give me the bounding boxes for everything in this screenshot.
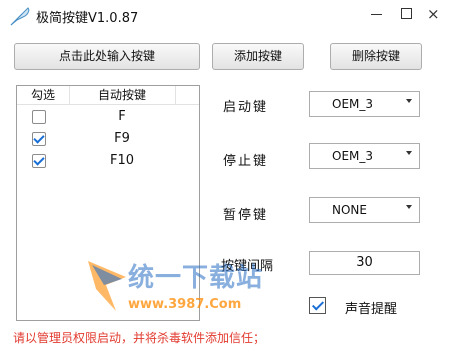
title-bar: 极简按键V1.0.87 × — [0, 0, 453, 32]
pause-key-label: 暂停键 — [223, 208, 269, 223]
add-key-button[interactable]: 添加按键 — [212, 43, 304, 70]
watermark-text: 统一下载站 — [128, 263, 264, 293]
chevron-down-icon — [406, 99, 412, 103]
app-window: 极简按键V1.0.87 × 点击此处输入按键 添加按键 删除按键 勾选 自动按键… — [0, 0, 453, 351]
close-button[interactable]: × — [424, 5, 446, 25]
start-key-value: OEM_3 — [332, 97, 374, 111]
interval-input[interactable]: 30 — [309, 251, 420, 275]
row-key: F — [118, 109, 126, 124]
column-header-key[interactable]: 自动按键 — [69, 86, 176, 104]
delete-key-button[interactable]: 删除按键 — [330, 43, 422, 70]
sound-checkbox[interactable] — [309, 297, 326, 314]
minimize-button[interactable] — [366, 5, 388, 25]
chevron-down-icon — [406, 205, 412, 209]
pause-key-value: NONE — [332, 203, 367, 217]
input-key-button[interactable]: 点击此处输入按键 — [14, 43, 200, 70]
sound-label[interactable]: 声音提醒 — [345, 298, 397, 317]
row-checkbox[interactable] — [32, 132, 46, 146]
minimize-icon — [371, 14, 382, 15]
stop-key-select[interactable]: OEM_3 — [309, 143, 420, 169]
pause-key-select[interactable]: NONE — [309, 197, 420, 223]
start-key-select[interactable]: OEM_3 — [309, 91, 420, 117]
maximize-button[interactable] — [396, 5, 418, 25]
column-header-check[interactable]: 勾选 — [17, 86, 70, 104]
watermark-logo-icon — [88, 261, 126, 311]
stop-key-label: 停止键 — [223, 154, 269, 169]
list-item[interactable]: F — [17, 107, 199, 129]
chevron-down-icon — [406, 151, 412, 155]
maximize-icon — [401, 8, 412, 19]
stop-key-value: OEM_3 — [332, 149, 374, 163]
start-key-label: 启动键 — [223, 100, 269, 115]
watermark-url: www.3987.Com — [128, 297, 242, 312]
close-icon: × — [427, 5, 440, 23]
window-title: 极简按键V1.0.87 — [36, 11, 139, 26]
row-checkbox[interactable] — [32, 154, 46, 168]
list-item[interactable]: F10 — [17, 151, 199, 173]
list-item[interactable]: F9 — [17, 129, 199, 151]
list-header: 勾选 自动按键 — [17, 86, 199, 105]
row-key: F9 — [114, 131, 130, 146]
row-checkbox[interactable] — [32, 110, 46, 124]
feather-pen-icon — [10, 7, 30, 26]
admin-note: 请以管理员权限启动，并将杀毒软件添加信任； — [13, 331, 266, 345]
row-key: F10 — [109, 153, 135, 168]
